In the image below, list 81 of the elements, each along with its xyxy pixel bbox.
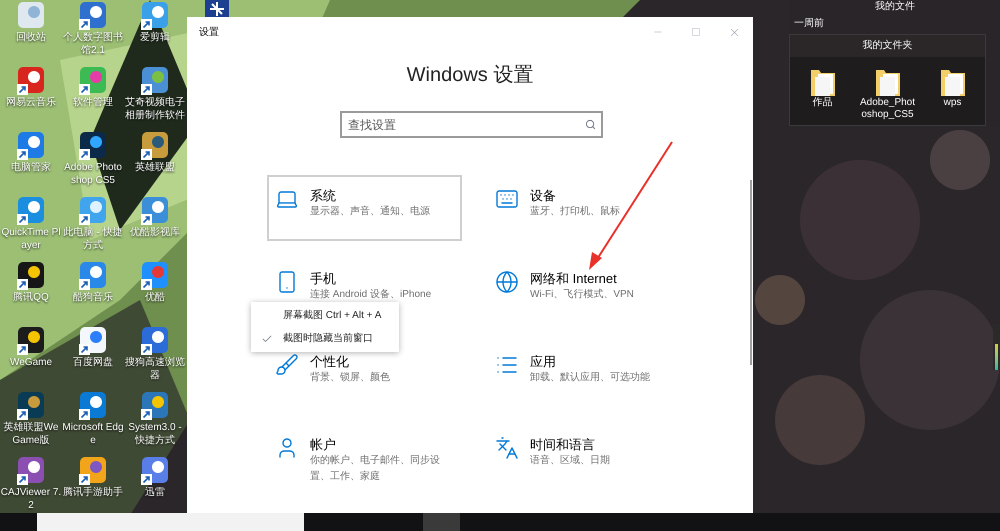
check-icon (261, 332, 273, 344)
icon-label: 腾讯QQ (12, 291, 50, 304)
app-icon[interactable] (78, 456, 108, 486)
settings-item[interactable]: 网络和 Internet Wi-Fi、飞行模式、VPN (487, 258, 682, 324)
icon-label: 酷狗音乐 (72, 291, 114, 304)
maximize-icon (691, 27, 701, 37)
folder-icon[interactable] (874, 67, 900, 97)
level-meter (993, 324, 1000, 370)
settings-item[interactable]: 设备 蓝牙、打印机、鼠标 (487, 175, 682, 241)
page-heading: Windows 设置 (406, 63, 534, 88)
item-title: 设备 (530, 187, 557, 204)
icon-label: 网易云音乐 (5, 96, 57, 109)
icon-label: 英雄联盟 (134, 161, 176, 174)
settings-category-icon (495, 270, 519, 294)
item-title: 时间和语言 (530, 436, 596, 453)
icon-label: 腾讯手游助手 (62, 486, 124, 499)
app-icon[interactable] (140, 131, 170, 161)
item-title: 手机 (310, 270, 337, 287)
icon-label: QuickTime Player (0, 226, 62, 252)
item-title: 个性化 (310, 353, 350, 370)
icon-label: 百度网盘 (72, 356, 114, 369)
app-icon[interactable] (140, 196, 170, 226)
folder-icon[interactable] (810, 67, 836, 97)
item-description: Wi-Fi、飞行模式、VPN (530, 288, 635, 302)
item-title: 应用 (530, 353, 557, 370)
item-description: 显示器、声音、通知、电源 (310, 204, 431, 219)
settings-item[interactable]: 系统 显示器、声音、通知、电源 (267, 175, 462, 241)
icon-label: CAJViewer 7.2 (0, 486, 62, 512)
app-icon[interactable] (205, 0, 229, 17)
item-description: 连接 Android 设备、iPhone (310, 288, 432, 302)
icon-label: 个人数字图书馆2.1 (62, 31, 124, 57)
icon-label: System3.0 - 快捷方式 (127, 421, 183, 447)
item-title: 网络和 Internet (530, 270, 618, 287)
settings-category-icon (495, 436, 519, 460)
settings-item[interactable]: 时间和语言 语音、区域、日期 (487, 424, 682, 490)
app-icon[interactable] (140, 66, 170, 96)
search-field[interactable] (37, 513, 304, 531)
settings-category-icon (275, 353, 299, 377)
widget-title: 我的文件 (874, 0, 916, 14)
settings-item[interactable]: 应用 卸载、默认应用、可选功能 (487, 341, 682, 407)
search-icon (585, 119, 596, 130)
icon-label: 优酷 (144, 291, 166, 304)
icon-label: 优酷影视库 (129, 226, 181, 239)
app-icon[interactable] (16, 391, 46, 421)
icon-label: 英雄联盟WeGame版 (2, 421, 60, 447)
icon-label: Microsoft Edge (62, 421, 124, 447)
icon-label: 电脑管家 (10, 161, 52, 174)
search-field[interactable]: 查找设置 (340, 111, 603, 138)
app-icon[interactable] (16, 261, 46, 291)
recent-label: 一周前 (793, 17, 825, 31)
folder-label: wps (942, 97, 962, 109)
item-description: 你的帐户、电子邮件、同步设置、工作、家庭 (310, 454, 441, 484)
item-description: 卸载、默认应用、可选功能 (530, 370, 651, 385)
app-icon[interactable] (140, 1, 170, 31)
folder-label: Adobe_Photoshop_CS5 (858, 97, 916, 121)
app-icon[interactable] (140, 456, 170, 486)
app-icon[interactable] (78, 131, 108, 161)
item-description: 背景、锁屏、颜色 (310, 370, 391, 385)
icon-label: 搜狗高速浏览器 (124, 356, 186, 382)
window-title: 设置 (199, 26, 219, 40)
item-title: 系统 (310, 187, 337, 204)
scrollbar[interactable] (750, 180, 752, 365)
menu-item[interactable]: 截图时隐藏当前窗口 (251, 327, 399, 350)
app-icon[interactable] (78, 391, 108, 421)
folder-icon[interactable] (940, 67, 966, 97)
item-title: 帐户 (310, 436, 337, 453)
icon-label: 此电脑 - 快捷方式 (62, 226, 124, 252)
menu-item[interactable]: 屏幕截图 Ctrl + Alt + A (251, 304, 399, 327)
icon-label: 艾奇视频电子相册制作软件 (124, 96, 186, 122)
app-icon[interactable] (140, 391, 170, 421)
item-description: 蓝牙、打印机、鼠标 (530, 204, 621, 219)
app-icon[interactable] (78, 326, 108, 356)
item-description: 语音、区域、日期 (530, 454, 611, 468)
app-icon[interactable] (16, 326, 46, 356)
panel-title: 我的文件夹 (790, 35, 985, 57)
folder-label: 作品 (812, 97, 834, 109)
icon-label: 回收站 (15, 31, 47, 44)
icon-label: 迅雷 (144, 486, 166, 499)
settings-item[interactable]: 帐户 你的帐户、电子邮件、同步设置、工作、家庭 (267, 424, 462, 490)
app-icon[interactable] (140, 326, 170, 356)
app-icon[interactable] (16, 456, 46, 486)
